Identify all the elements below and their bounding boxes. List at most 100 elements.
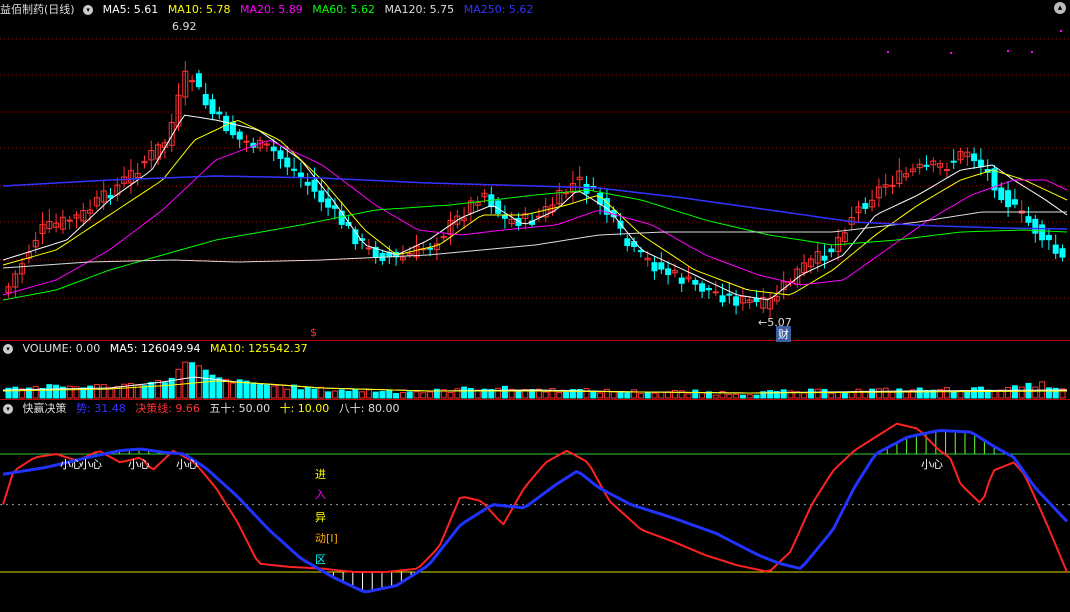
candle-down	[998, 187, 1005, 201]
volume-bar-up	[270, 385, 277, 399]
volume-bar-down	[12, 386, 19, 399]
volume-bar-up	[100, 383, 107, 399]
candle-down	[637, 250, 644, 253]
volume-bar-down	[250, 382, 257, 399]
candle-down	[195, 73, 202, 88]
signal-dot-2	[1007, 50, 1009, 52]
trend-line	[2, 428, 1069, 594]
volume-bar-down	[590, 390, 597, 399]
volume-bar-down	[1045, 387, 1052, 399]
volume-bar-up	[991, 391, 998, 399]
candle-down	[223, 115, 230, 132]
dollar-marker: $	[310, 326, 317, 339]
signal-ru: 入	[315, 488, 326, 501]
candle-down	[1045, 235, 1052, 241]
volume-bar-up	[848, 391, 855, 399]
volume-bar-up	[637, 393, 644, 399]
candle-down	[297, 172, 304, 178]
candle-up	[712, 291, 719, 294]
volume-bar-up	[1018, 386, 1025, 399]
volume-bar-up	[855, 388, 862, 399]
volume-bar-down	[311, 388, 318, 399]
finance-badge[interactable]: 财	[776, 326, 791, 342]
volume-bar-down	[971, 387, 978, 399]
candle-down	[1059, 248, 1066, 258]
xiaoxin-2: 小心	[80, 458, 102, 471]
volume-bar-up	[726, 393, 733, 399]
candle-down	[583, 183, 590, 194]
volume-bar-down	[964, 390, 971, 399]
volume-bar-down	[821, 389, 828, 399]
signal-dot-3	[1031, 51, 1033, 53]
candle-up	[189, 80, 196, 83]
volume-bar-up	[359, 391, 366, 399]
volume-bar-down	[753, 394, 760, 399]
volume-bar-down	[189, 362, 196, 399]
candle-down	[821, 255, 828, 261]
volume-bar-down	[916, 387, 923, 399]
decision-line	[2, 422, 1068, 573]
volume-bar-down	[461, 386, 468, 399]
volume-bar-down	[352, 388, 359, 399]
volume-bar-down	[515, 389, 522, 399]
candle-down	[624, 238, 631, 247]
candle-up	[365, 247, 372, 250]
volume-bar-up	[583, 388, 590, 399]
volume-bar-down	[148, 381, 155, 399]
volume-bar-down	[841, 392, 848, 399]
volume-bar-up	[277, 384, 284, 399]
candle-down	[270, 146, 277, 152]
signal-dot-4	[1060, 30, 1062, 32]
candle-up	[141, 161, 148, 164]
volume-bar-up	[746, 394, 753, 399]
candle-down	[665, 268, 672, 276]
candle-down	[862, 203, 869, 209]
volume-bar-down	[617, 391, 624, 399]
volume-bar-down	[372, 391, 379, 399]
candle-up	[243, 140, 250, 143]
volume-bar-up	[32, 385, 39, 399]
candle-down	[923, 164, 930, 167]
volume-bar-up	[699, 392, 706, 399]
volume-bar-down	[304, 386, 311, 399]
volume-bar-up	[828, 392, 835, 399]
volume-bar-down	[379, 391, 386, 399]
signal-dot-1	[950, 52, 952, 54]
volume-bar-up	[318, 386, 325, 399]
volume-bar-down	[692, 389, 699, 399]
candle-down	[216, 111, 223, 115]
volume-bar-up	[229, 382, 236, 399]
volume-bar-down	[202, 369, 209, 399]
candle-down	[678, 277, 685, 284]
volume-bar-up	[542, 391, 549, 399]
candle-down	[597, 193, 604, 205]
volume-bar-down	[406, 391, 413, 399]
candle-down	[304, 181, 311, 186]
xiaoxin-4: 小心	[176, 458, 198, 471]
volume-bar-up	[427, 391, 434, 399]
candle-down	[236, 131, 243, 140]
volume-bar-up	[882, 387, 889, 399]
volume-bar-up	[903, 391, 910, 399]
volume-bar-up	[556, 392, 563, 399]
volume-bar-down	[644, 392, 651, 399]
candle-down	[311, 179, 318, 192]
signal-dong: 动[I]	[315, 532, 338, 545]
chart-canvas[interactable]	[0, 0, 1070, 612]
volume-bar-down	[393, 393, 400, 399]
volume-bar-down	[345, 390, 352, 399]
candle-down	[950, 160, 957, 163]
volume-bar-down	[896, 388, 903, 399]
volume-bar-up	[420, 392, 427, 399]
volume-bar-up	[66, 385, 73, 399]
candle-down	[977, 159, 984, 168]
volume-bar-down	[1011, 385, 1018, 399]
candle-down	[427, 247, 434, 250]
volume-bar-down	[297, 389, 304, 399]
volume-bar-up	[413, 391, 420, 399]
volume-bar-up	[495, 387, 502, 399]
candle-up	[66, 219, 73, 222]
candle-down	[726, 293, 733, 296]
volume-bar-down	[338, 389, 345, 399]
volume-bar-up	[943, 387, 950, 399]
